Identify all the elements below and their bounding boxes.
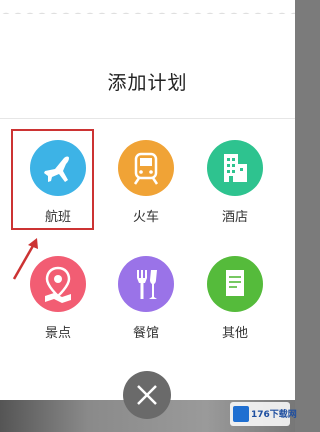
restaurant-cutlery-icon bbox=[118, 256, 174, 312]
option-attraction[interactable]: 景点 bbox=[18, 256, 98, 346]
train-icon bbox=[118, 140, 174, 196]
option-label: 景点 bbox=[44, 326, 71, 341]
watermark-logo-icon bbox=[233, 406, 249, 422]
attraction-map-pin-icon bbox=[30, 256, 86, 312]
dialog-title: 添加计划 bbox=[107, 72, 188, 94]
close-icon bbox=[137, 385, 157, 405]
option-label: 餐馆 bbox=[132, 326, 159, 341]
option-label: 火车 bbox=[132, 210, 159, 225]
option-train[interactable]: 火车 bbox=[106, 140, 186, 230]
watermark-text: 176下载网 bbox=[251, 410, 297, 420]
other-document-icon bbox=[207, 256, 263, 312]
watermark: 176下载网 bbox=[230, 402, 297, 426]
title-divider bbox=[0, 118, 295, 119]
flight-highlight-box bbox=[11, 129, 94, 230]
option-label: 酒店 bbox=[221, 210, 248, 225]
option-other[interactable]: 其他 bbox=[195, 256, 275, 346]
close-button[interactable] bbox=[123, 371, 171, 419]
option-restaurant[interactable]: 餐馆 bbox=[106, 256, 186, 346]
option-label: 其他 bbox=[221, 326, 248, 341]
option-hotel[interactable]: 酒店 bbox=[195, 140, 275, 230]
hotel-building-icon bbox=[207, 140, 263, 196]
